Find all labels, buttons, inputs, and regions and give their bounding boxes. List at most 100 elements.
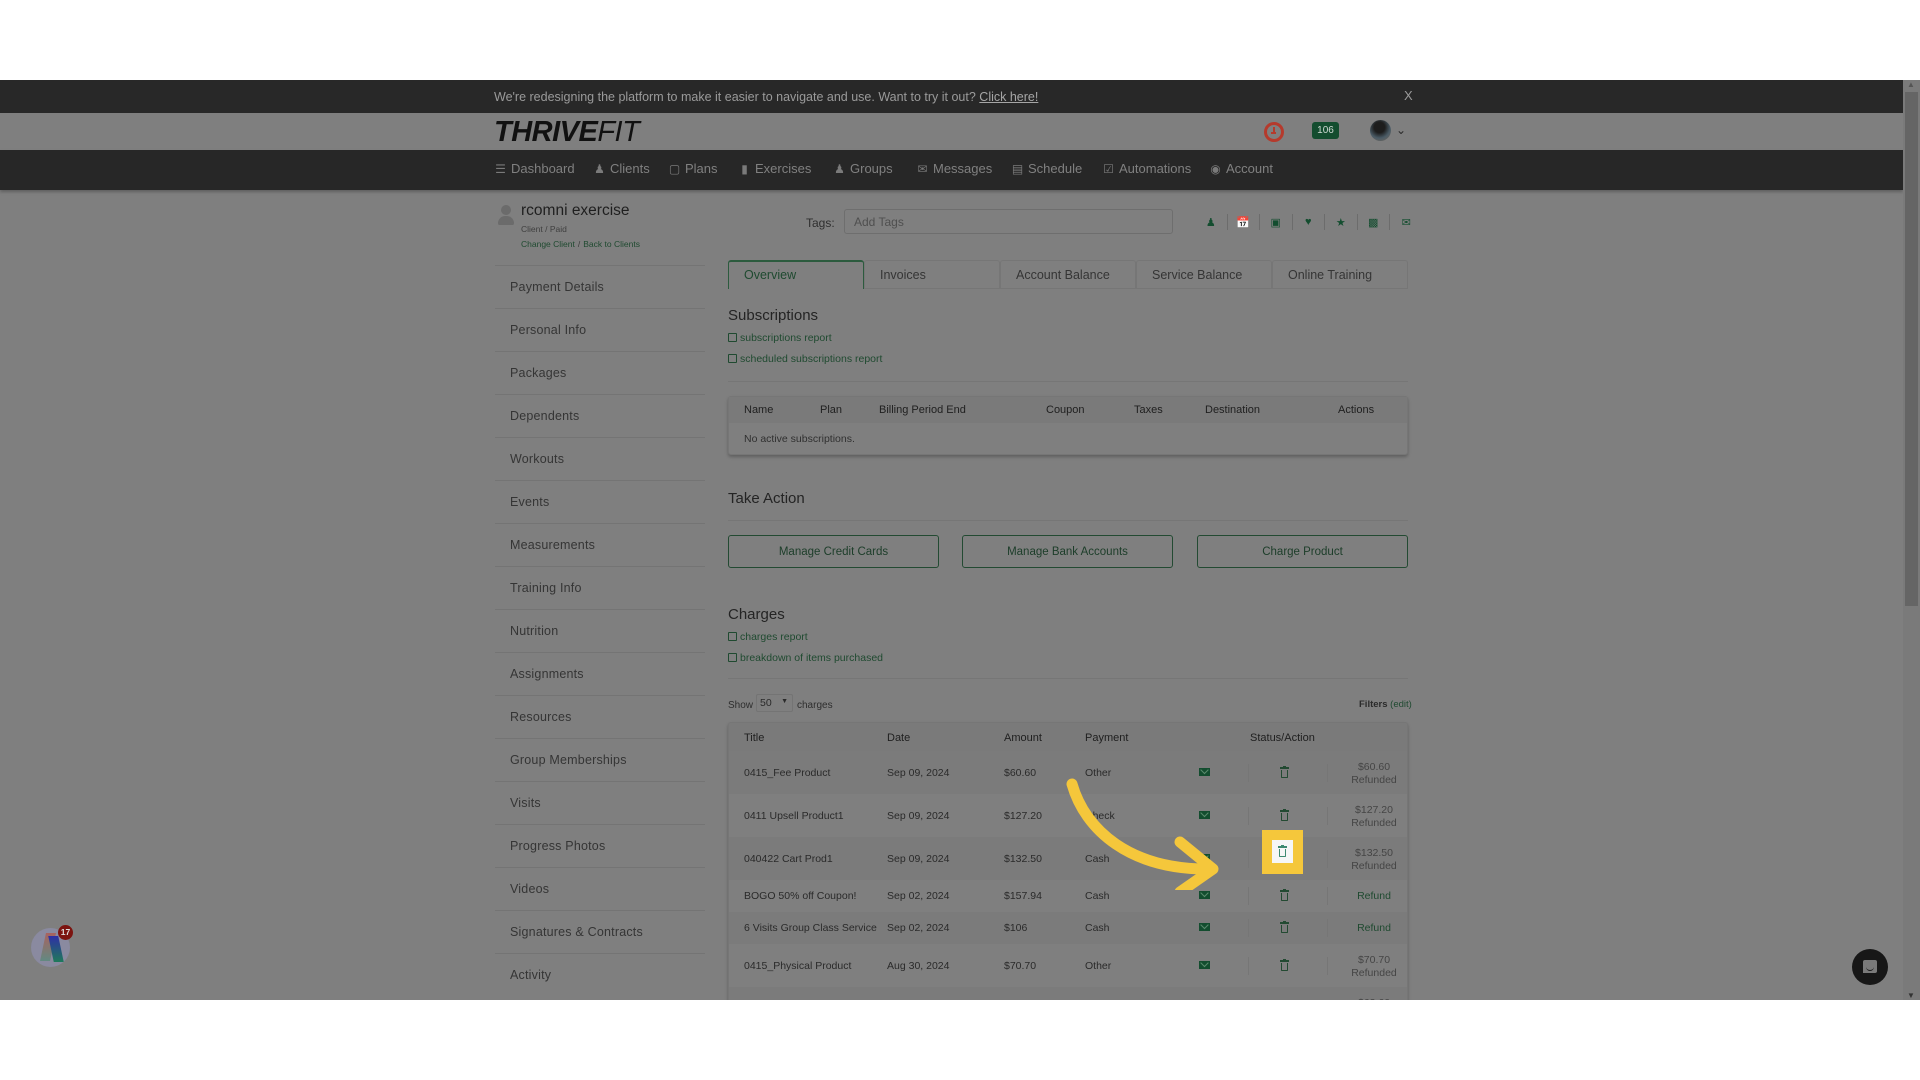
banner-text: We're redesigning the platform to make i…: [494, 90, 976, 104]
nav-clients[interactable]: ♟ Clients: [593, 161, 650, 176]
charge-date: Aug 30, 2024: [887, 960, 950, 972]
email-receipt-icon[interactable]: [1199, 854, 1210, 862]
nav-exercises[interactable]: ▮ Exercises: [738, 161, 811, 176]
nav-dashboard[interactable]: ☰ Dashboard: [494, 161, 575, 176]
user-icon[interactable]: ♟: [1195, 214, 1228, 230]
tab-service-balance[interactable]: Service Balance: [1136, 260, 1272, 289]
charge-amount: $60.60: [1004, 767, 1037, 779]
back-to-clients-link[interactable]: Back to Clients: [583, 239, 640, 249]
scroll-down-icon[interactable]: ▼: [1907, 991, 1915, 1000]
user-icon: ♟: [594, 162, 605, 176]
logo[interactable]: THRIVEFIT: [494, 116, 640, 149]
email-receipt-icon[interactable]: [1199, 891, 1210, 899]
scheduled-subscriptions-report-link[interactable]: scheduled subscriptions report: [728, 353, 882, 365]
nav-plans[interactable]: ▢ Plans: [668, 161, 718, 176]
clock-icon[interactable]: [1264, 122, 1284, 142]
nav-automations[interactable]: ☑ Automations: [1102, 161, 1191, 176]
sidebar-item-workouts[interactable]: Workouts: [495, 437, 705, 480]
notification-count-badge[interactable]: 106: [1312, 122, 1339, 139]
banner-try-link[interactable]: Click here!: [979, 90, 1038, 104]
sidebar-item-videos[interactable]: Videos: [495, 867, 705, 910]
heartbeat-icon[interactable]: ♥: [1293, 214, 1325, 230]
sidebar-item-measurements[interactable]: Measurements: [495, 523, 705, 566]
sidebar-item-nutrition[interactable]: Nutrition: [495, 609, 705, 652]
sidebar-item-packages[interactable]: Packages: [495, 351, 705, 394]
banner-close-button[interactable]: X: [1404, 88, 1413, 103]
charges-report-link[interactable]: charges report: [728, 631, 808, 643]
charge-payment: Cash: [1085, 853, 1110, 865]
charge-row: BOGO 50% off Coupon! Sep 02, 2024 $157.94 C…: [729, 880, 1407, 912]
manage-bank-accounts-button[interactable]: Manage Bank Accounts: [962, 535, 1173, 568]
sidebar-item-signatures-contracts[interactable]: Signatures & Contracts: [495, 910, 705, 953]
trash-icon[interactable]: [1280, 809, 1289, 821]
email-receipt-icon[interactable]: [1199, 961, 1210, 969]
trash-icon[interactable]: [1278, 845, 1287, 857]
refund-link[interactable]: Refund: [1344, 922, 1404, 935]
highlighted-delete-charge[interactable]: [1262, 830, 1303, 874]
link-separator: /: [577, 239, 581, 249]
manage-credit-cards-button[interactable]: Manage Credit Cards: [728, 535, 939, 568]
filters-edit-link[interactable]: (edit): [1390, 699, 1412, 710]
sidebar-item-progress-photos[interactable]: Progress Photos: [495, 824, 705, 867]
trash-icon[interactable]: [1280, 766, 1289, 778]
bar-chart-icon[interactable]: ▩: [1358, 214, 1390, 230]
page-size-value: 50: [760, 697, 772, 709]
charge-status: $60.60 Refunded: [1344, 761, 1404, 787]
nav-schedule[interactable]: ▤ Schedule: [1011, 161, 1082, 176]
sidebar-item-payment-details[interactable]: Payment Details: [495, 265, 705, 308]
nav-account[interactable]: ◉ Account: [1209, 161, 1273, 176]
subscriptions-report-link[interactable]: subscriptions report: [728, 332, 832, 344]
status-text[interactable]: Refund: [1344, 922, 1404, 935]
trash-icon[interactable]: [1280, 889, 1289, 901]
sidebar-item-activity[interactable]: Activity: [495, 953, 705, 996]
highlighted-trash-button[interactable]: [1272, 840, 1293, 863]
page-scrollbar[interactable]: ▲ ▼: [1903, 80, 1920, 1000]
charges-table-header: Title Date Amount Payment Status/Action: [729, 723, 1407, 751]
nav-messages[interactable]: ✉ Messages: [916, 161, 992, 176]
sidebar-item-group-memberships[interactable]: Group Memberships: [495, 738, 705, 781]
scrollbar-thumb[interactable]: [1905, 92, 1918, 606]
nav-label: Clients: [610, 161, 650, 176]
change-client-link[interactable]: Change Client: [521, 239, 575, 249]
sidebar-item-training-info[interactable]: Training Info: [495, 566, 705, 609]
scroll-up-icon[interactable]: ▲: [1907, 80, 1915, 89]
client-status: Client / Paid: [521, 224, 567, 234]
sidebar-item-visits[interactable]: Visits: [495, 781, 705, 824]
chevron-down-icon[interactable]: ⌄: [1396, 123, 1406, 137]
sidebar-item-dependents[interactable]: Dependents: [495, 394, 705, 437]
sidebar-item-assignments[interactable]: Assignments: [495, 652, 705, 695]
sidebar-item-events[interactable]: Events: [495, 480, 705, 523]
charge-payment: Other: [1085, 767, 1112, 779]
user-circle-icon: ◉: [1210, 162, 1221, 176]
dumbbell-icon: ▮: [741, 162, 748, 176]
envelope-icon[interactable]: ✉: [1390, 214, 1423, 230]
status-amount: $60.60: [1357, 761, 1391, 773]
charge-product-button[interactable]: Charge Product: [1197, 535, 1408, 568]
status-amount: $127.20: [1355, 804, 1393, 816]
email-receipt-icon[interactable]: [1199, 811, 1210, 819]
chat-button[interactable]: [1852, 949, 1888, 985]
tab-overview[interactable]: Overview: [728, 260, 864, 289]
tab-account-balance[interactable]: Account Balance: [1000, 260, 1136, 289]
save-icon[interactable]: ▣: [1260, 214, 1293, 230]
email-receipt-icon[interactable]: [1199, 768, 1210, 776]
refund-link[interactable]: Refund: [1344, 890, 1404, 903]
trash-icon[interactable]: [1280, 921, 1289, 933]
user-avatar[interactable]: [1370, 120, 1391, 141]
breakdown-items-link[interactable]: breakdown of items purchased: [728, 652, 883, 664]
calendar-check-icon[interactable]: 📅: [1228, 214, 1260, 230]
col-coupon: Coupon: [1046, 404, 1085, 416]
status-text[interactable]: Refund: [1344, 890, 1404, 903]
page-size-select[interactable]: 50 ▼: [756, 694, 793, 712]
trash-icon[interactable]: [1280, 959, 1289, 971]
col-date: Date: [887, 732, 911, 744]
link-label: breakdown of items purchased: [740, 652, 883, 664]
email-receipt-icon[interactable]: [1199, 923, 1210, 931]
tab-invoices[interactable]: Invoices: [864, 260, 1000, 289]
sidebar-item-resources[interactable]: Resources: [495, 695, 705, 738]
tab-online-training[interactable]: Online Training: [1272, 260, 1408, 289]
star-icon[interactable]: ★: [1325, 214, 1358, 230]
sidebar-item-personal-info[interactable]: Personal Info: [495, 308, 705, 351]
tags-input[interactable]: [844, 209, 1173, 234]
nav-groups[interactable]: ♟ Groups: [833, 161, 893, 176]
